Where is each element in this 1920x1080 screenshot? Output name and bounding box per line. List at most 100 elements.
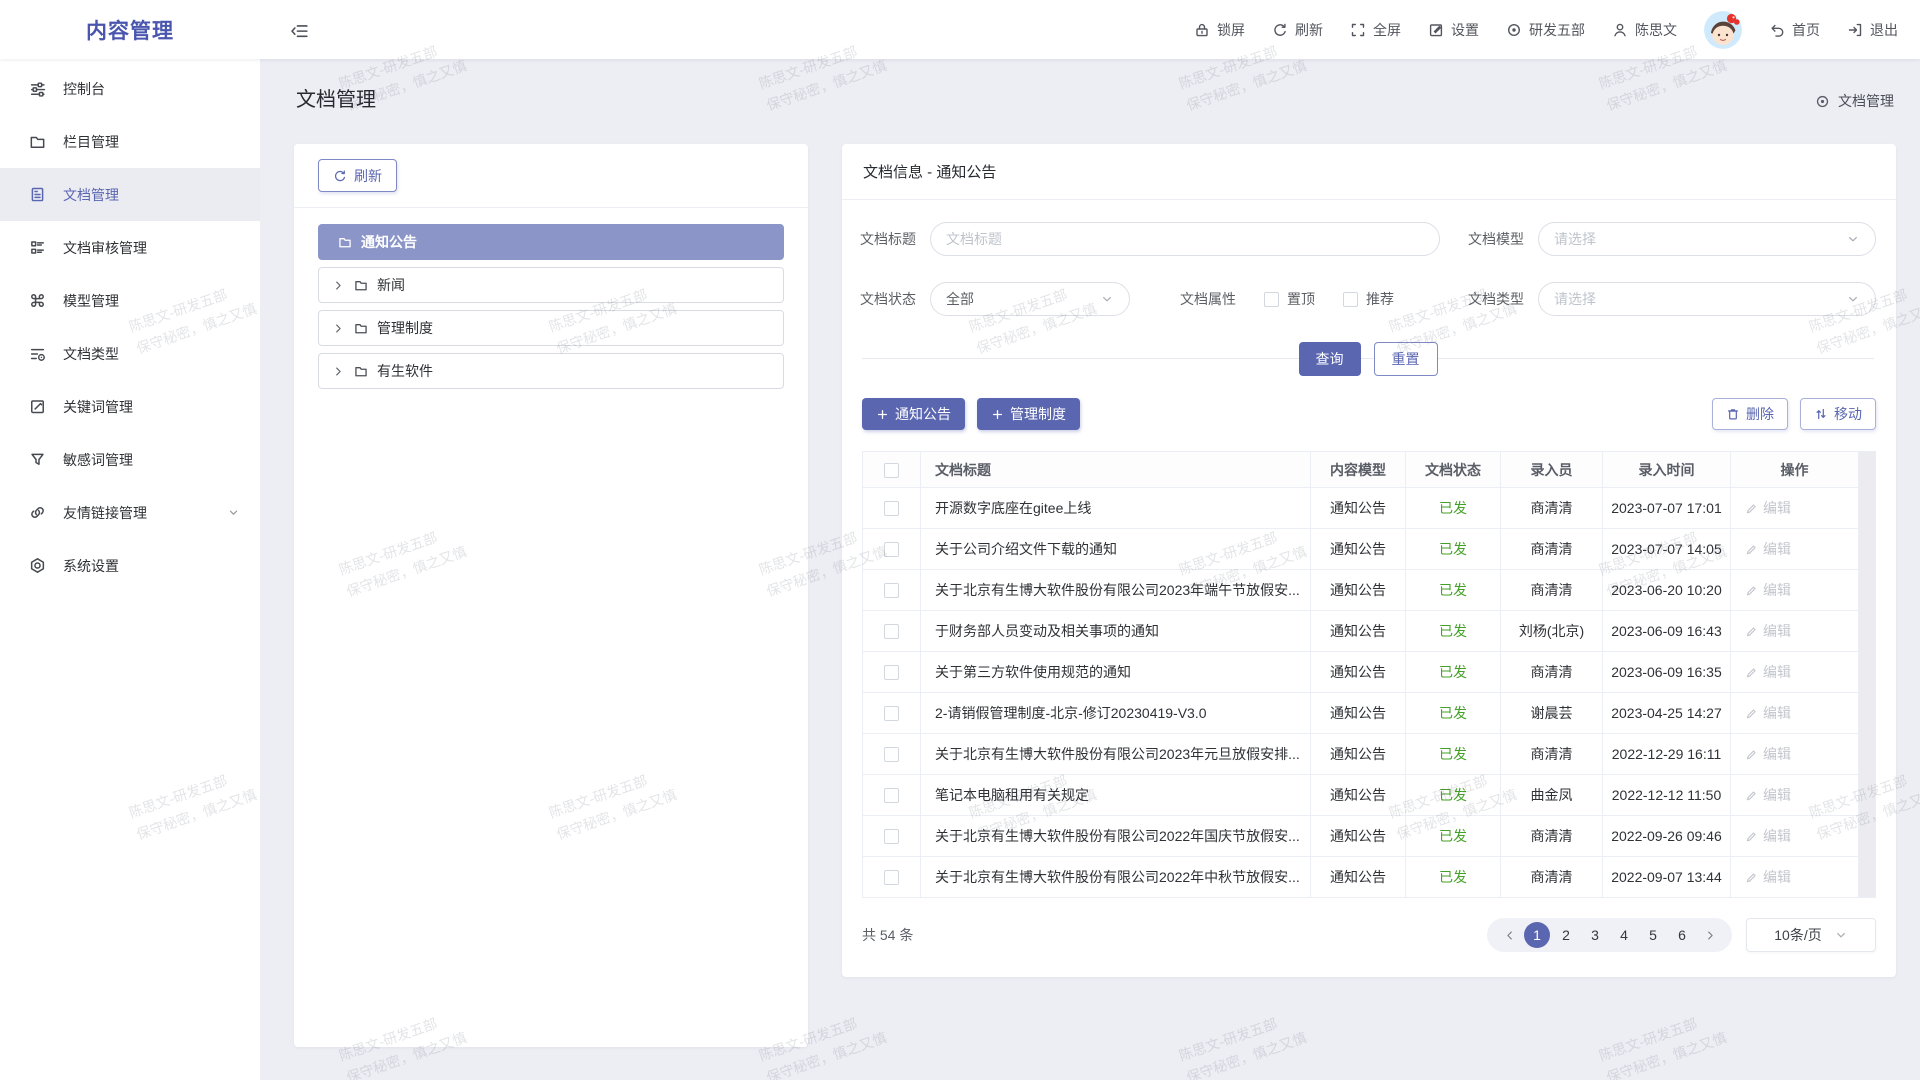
chevron-down-icon [227, 506, 240, 519]
sidebar-item-文档管理[interactable]: 文档管理 [0, 168, 260, 221]
doc-model-cell: 通知公告 [1311, 857, 1406, 898]
sidebar-item-友情链接管理[interactable]: 友情链接管理 [0, 486, 260, 539]
avatar[interactable] [1704, 11, 1742, 49]
edit-link[interactable]: 编辑 [1745, 662, 1791, 682]
table-row: 关于公司介绍文件下载的通知通知公告已发商清清2023-07-07 14:05编辑 [863, 529, 1859, 570]
row-checkbox[interactable] [884, 788, 899, 803]
search-button[interactable]: 查询 [1299, 342, 1361, 376]
edit-link[interactable]: 编辑 [1745, 785, 1791, 805]
main-content: 文档管理 文档管理 刷新 通知公告新闻管理制度有生软件 文档信息 - 通知公告 … [260, 59, 1920, 1080]
chevron-right-icon[interactable] [332, 322, 345, 335]
delete-button[interactable]: 删除 [1712, 398, 1788, 430]
header-lock-screen[interactable]: 锁屏 [1194, 20, 1245, 40]
sidebar-item-系统设置[interactable]: 系统设置 [0, 539, 260, 592]
pager-page-2[interactable]: 2 [1553, 922, 1579, 948]
doc-type-select[interactable]: 请选择 [1538, 282, 1876, 316]
lock-icon [1194, 22, 1210, 38]
doc-status-cell: 已发 [1406, 693, 1501, 734]
edit-link[interactable]: 编辑 [1745, 498, 1791, 518]
doc-status-cell: 已发 [1406, 857, 1501, 898]
edit-link[interactable]: 编辑 [1745, 580, 1791, 600]
sidebar-item-敏感词管理[interactable]: 敏感词管理 [0, 433, 260, 486]
doc-time-cell: 2023-06-09 16:35 [1603, 652, 1731, 693]
edit-link[interactable]: 编辑 [1745, 744, 1791, 764]
document-icon [29, 186, 46, 203]
doc-title-cell: 关于北京有生博大软件股份有限公司2022年国庆节放假安... [921, 816, 1311, 857]
folder-icon [354, 278, 368, 292]
checkbox[interactable] [1264, 292, 1279, 307]
doc-model-select[interactable]: 请选择 [1538, 222, 1876, 256]
row-checkbox[interactable] [884, 706, 899, 721]
col-status: 文档状态 [1406, 452, 1501, 488]
attr-top-checkbox[interactable]: 置顶 [1264, 289, 1315, 309]
header-home-button[interactable]: 首页 [1769, 20, 1820, 40]
tree-node-新闻[interactable]: 新闻 [318, 267, 784, 303]
pager-page-5[interactable]: 5 [1640, 922, 1666, 948]
add-管理制度-button[interactable]: 管理制度 [977, 398, 1080, 430]
move-button[interactable]: 移动 [1800, 398, 1876, 430]
sidebar-item-模型管理[interactable]: 模型管理 [0, 274, 260, 327]
header-logout-button[interactable]: 退出 [1847, 20, 1898, 40]
pager-page-3[interactable]: 3 [1582, 922, 1608, 948]
header-user[interactable]: 陈思文 [1612, 20, 1677, 40]
table-scrollbar[interactable] [1859, 451, 1876, 898]
doc-model-cell: 通知公告 [1311, 611, 1406, 652]
doc-status-select[interactable]: 全部 [930, 282, 1130, 316]
doc-recorder-cell: 商清清 [1501, 734, 1603, 775]
row-checkbox[interactable] [884, 870, 899, 885]
select-all-checkbox[interactable] [884, 463, 899, 478]
pager-page-4[interactable]: 4 [1611, 922, 1637, 948]
add-通知公告-button[interactable]: 通知公告 [862, 398, 965, 430]
doc-status-cell: 已发 [1406, 816, 1501, 857]
chevron-right-icon[interactable] [332, 365, 345, 378]
category-tree-panel: 刷新 通知公告新闻管理制度有生软件 [294, 144, 808, 1047]
sidebar-item-文档类型[interactable]: 文档类型 [0, 327, 260, 380]
tree-node-管理制度[interactable]: 管理制度 [318, 310, 784, 346]
sidebar-item-文档审核管理[interactable]: 文档审核管理 [0, 221, 260, 274]
row-checkbox[interactable] [884, 583, 899, 598]
collapse-sidebar-icon[interactable] [290, 21, 308, 39]
doc-time-cell: 2023-04-25 14:27 [1603, 693, 1731, 734]
row-checkbox[interactable] [884, 542, 899, 557]
doc-time-cell: 2023-06-20 10:20 [1603, 570, 1731, 611]
sidebar-item-控制台[interactable]: 控制台 [0, 62, 260, 115]
row-checkbox[interactable] [884, 624, 899, 639]
tree-node-有生软件[interactable]: 有生软件 [318, 353, 784, 389]
row-checkbox[interactable] [884, 747, 899, 762]
header-department[interactable]: 研发五部 [1506, 20, 1585, 40]
pencil-icon [1745, 748, 1758, 761]
edit-link[interactable]: 编辑 [1745, 867, 1791, 887]
pager-prev[interactable] [1497, 922, 1521, 948]
attr-recommend-checkbox[interactable]: 推荐 [1343, 289, 1394, 309]
checkbox[interactable] [1343, 292, 1358, 307]
edit-link[interactable]: 编辑 [1745, 703, 1791, 723]
doc-title-input[interactable] [930, 222, 1440, 256]
sidebar-item-关键词管理[interactable]: 关键词管理 [0, 380, 260, 433]
plus-icon [991, 408, 1004, 421]
edit-link[interactable]: 编辑 [1745, 621, 1791, 641]
row-checkbox[interactable] [884, 665, 899, 680]
edit-link[interactable]: 编辑 [1745, 539, 1791, 559]
tree-node-通知公告[interactable]: 通知公告 [318, 224, 784, 260]
doc-actions-cell: 编辑 [1731, 488, 1859, 529]
edit-link[interactable]: 编辑 [1745, 826, 1791, 846]
pager-page-6[interactable]: 6 [1669, 922, 1695, 948]
pager-next[interactable] [1698, 922, 1722, 948]
chevron-right-icon[interactable] [332, 279, 345, 292]
page-size-select[interactable]: 10条/页 [1746, 918, 1876, 952]
header-fullscreen[interactable]: 全屏 [1350, 20, 1401, 40]
reset-button[interactable]: 重置 [1374, 342, 1438, 376]
move-icon [1814, 407, 1828, 421]
header-settings[interactable]: 设置 [1428, 20, 1479, 40]
pager-page-1[interactable]: 1 [1524, 922, 1550, 948]
sidebar-item-栏目管理[interactable]: 栏目管理 [0, 115, 260, 168]
breadcrumb[interactable]: 文档管理 [1815, 91, 1894, 111]
doc-status-cell: 已发 [1406, 734, 1501, 775]
doc-time-cell: 2022-12-12 11:50 [1603, 775, 1731, 816]
header-refresh[interactable]: 刷新 [1272, 20, 1323, 40]
tree-refresh-button[interactable]: 刷新 [318, 159, 397, 192]
doc-status-cell: 已发 [1406, 775, 1501, 816]
row-checkbox[interactable] [884, 829, 899, 844]
row-checkbox[interactable] [884, 501, 899, 516]
doc-status-cell: 已发 [1406, 529, 1501, 570]
